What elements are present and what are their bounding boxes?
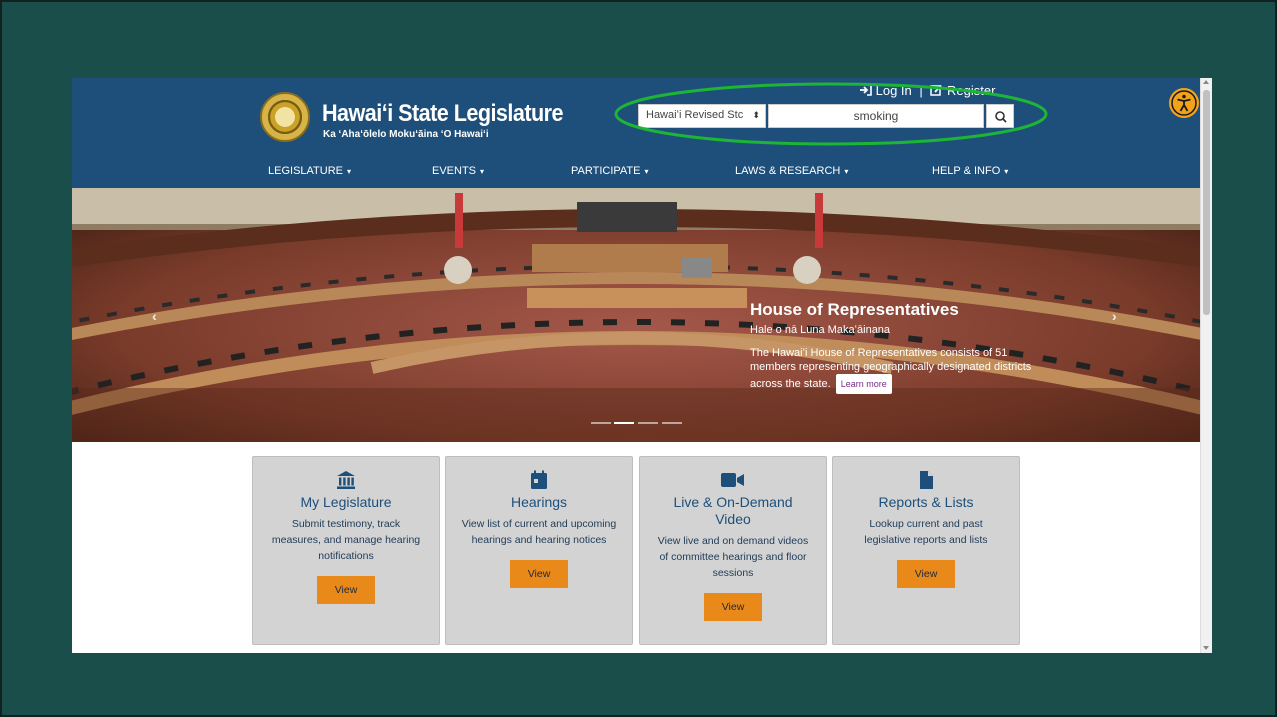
card-my-legislature[interactable]: My Legislature Submit testimony, track m… [252,456,440,645]
auth-separator: | [919,83,923,98]
select-caret-icon: ⬍ [752,110,760,120]
dropdown-caret-icon: ▾ [644,167,649,176]
card-title: Hearings [510,494,568,510]
view-button[interactable]: View [704,593,762,621]
card-reports-lists[interactable]: Reports & Lists Lookup current and past … [832,456,1020,645]
search-button[interactable] [986,104,1014,128]
hero-description: The Hawaiʻi House of Representatives con… [750,346,1050,394]
hero-subtitle: Hale o nā Luna Makaʻāinana [750,324,891,336]
card-description: View list of current and upcoming hearin… [461,518,617,546]
nav-events-label: EVENTS [432,165,477,177]
nav-legislature-label: LEGISLATURE [268,165,343,177]
dropdown-caret-icon: ▾ [347,167,352,176]
hero-title: House of Representatives [750,300,959,319]
search-scope-select[interactable]: Hawaiʻi Revised Stc ⬍ [638,104,766,128]
scroll-thumb[interactable] [1203,90,1210,315]
nav-legislature[interactable]: LEGISLATURE ▾ [268,165,351,177]
card-description: Submit testimony, track measures, and ma… [271,518,421,562]
hero-caption: House of Representatives Hale o nā Luna … [750,300,1050,394]
carousel-prev-button[interactable]: ‹ [152,308,157,324]
card-live-video[interactable]: Live & On-Demand Video View live and on … [639,456,827,645]
site-header: Hawaiʻi State Legislature Ka ʻAhaʻōlelo … [72,78,1201,188]
register-icon[interactable] [930,83,947,98]
nav-help-info-label: HELP & INFO [932,165,1001,177]
search-icon [995,111,1007,123]
page-scrollbar[interactable] [1200,78,1212,653]
video-camera-icon [640,470,826,490]
site-subtitle: Ka ʻAhaʻōlelo Mokuʻāina ʻO Hawaiʻi [323,129,489,140]
view-button[interactable]: View [897,560,955,588]
search-input[interactable]: smoking [768,104,984,128]
nav-help-info[interactable]: HELP & INFO ▾ [932,165,1008,177]
scroll-down-arrow-icon[interactable] [1203,646,1209,650]
carousel-indicator[interactable] [662,422,682,424]
nav-laws-research-label: LAWS & RESEARCH [735,165,841,177]
nav-participate[interactable]: PARTICIPATE ▾ [571,165,649,177]
nav-laws-research[interactable]: LAWS & RESEARCH ▾ [735,165,848,177]
hero-carousel: ‹ › House of Representatives Hale o nā L… [72,188,1201,442]
search-scope-value: Hawaiʻi Revised Stc [646,109,744,121]
carousel-indicator[interactable] [591,422,611,424]
login-link[interactable]: Log In [876,83,912,98]
carousel-indicator[interactable] [638,422,658,424]
nav-events[interactable]: EVENTS ▾ [432,165,484,177]
site-title[interactable]: Hawaiʻi State Legislature [322,100,564,128]
auth-links: Log In | Register [859,83,995,98]
view-button[interactable]: View [510,560,568,588]
learn-more-button[interactable]: Learn more [835,374,892,394]
browser-viewport: Hawaiʻi State Legislature Ka ʻAhaʻōlelo … [72,78,1212,653]
card-hearings[interactable]: Hearings View list of current and upcomi… [445,456,633,645]
dropdown-caret-icon: ▾ [480,167,485,176]
card-description: View live and on demand videos of commit… [657,535,809,579]
accessibility-button[interactable] [1169,88,1199,118]
building-icon [253,470,439,490]
calendar-icon [446,470,632,490]
state-seal-logo[interactable] [260,92,310,142]
nav-participate-label: PARTICIPATE [571,165,641,177]
accessibility-icon [1171,90,1197,116]
view-button[interactable]: View [317,576,375,604]
dropdown-caret-icon: ▾ [844,167,849,176]
register-link[interactable]: Register [947,83,995,98]
card-title: My Legislature [300,494,392,510]
carousel-next-button[interactable]: › [1112,308,1117,324]
login-icon[interactable] [859,83,876,98]
card-description: Lookup current and past legislative repo… [864,518,988,546]
card-title: Reports & Lists [878,494,974,510]
card-title: Live & On-Demand Video [673,494,793,527]
carousel-indicator-active[interactable] [614,422,634,424]
scroll-up-arrow-icon[interactable] [1203,80,1209,84]
document-icon [833,470,1019,490]
dropdown-caret-icon: ▾ [1004,167,1009,176]
